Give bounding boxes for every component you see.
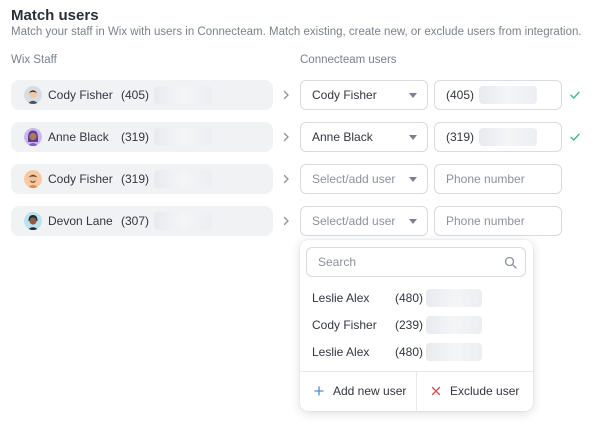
- staff-phone-code: (405): [121, 88, 150, 102]
- exclude-user-button[interactable]: Exclude user: [431, 383, 519, 399]
- redacted-phone: [426, 316, 483, 334]
- redacted-phone: [479, 128, 538, 146]
- phone-placeholder: Phone number: [446, 214, 525, 228]
- redacted-phone: [426, 289, 483, 307]
- page-title: Match users: [11, 7, 99, 24]
- wix-staff-column-label: Wix Staff: [11, 54, 57, 66]
- redacted-phone: [154, 128, 212, 146]
- avatar-icon: [24, 212, 42, 230]
- connecteam-user-select[interactable]: Select/add user: [300, 164, 428, 194]
- phone-number-field[interactable]: (405): [434, 80, 562, 110]
- dropdown-vertical-divider: [416, 371, 417, 411]
- option-name: Leslie Alex: [312, 345, 370, 359]
- phone-code: (405): [446, 88, 475, 102]
- staff-name: Anne Black: [48, 130, 109, 144]
- staff-name: Cody Fisher: [48, 88, 113, 102]
- check-icon: [570, 91, 580, 99]
- check-icon: [570, 133, 580, 141]
- exclude-user-label: Exclude user: [450, 384, 520, 398]
- staff-phone-code: (319): [121, 172, 150, 186]
- option-phone-code: (480): [395, 345, 424, 359]
- chevron-right-icon: [283, 174, 289, 184]
- add-new-user-label: Add new user: [333, 384, 407, 398]
- chevron-right-icon: [283, 90, 289, 100]
- staff-name: Cody Fisher: [48, 172, 113, 186]
- wix-staff-row: Cody Fisher (319): [11, 164, 273, 194]
- search-placeholder: Search: [318, 255, 357, 269]
- avatar-icon: [24, 170, 42, 188]
- caret-down-icon: [409, 219, 417, 224]
- wix-staff-row: Cody Fisher (405): [11, 80, 273, 110]
- phone-placeholder: Phone number: [446, 172, 525, 186]
- dropdown-option[interactable]: Leslie Alex (480): [312, 343, 483, 361]
- redacted-phone: [154, 170, 212, 188]
- caret-down-icon: [409, 177, 417, 182]
- chevron-right-icon: [283, 132, 289, 142]
- select-placeholder: Select/add user: [312, 172, 396, 186]
- dropdown-search-input[interactable]: Search: [306, 247, 526, 277]
- redacted-phone: [154, 86, 212, 104]
- plus-icon: [314, 386, 324, 396]
- phone-number-field[interactable]: (319): [434, 122, 562, 152]
- connecteam-user-select[interactable]: Cody Fisher: [300, 80, 428, 110]
- page-subtitle: Match your staff in Wix with users in Co…: [11, 26, 582, 38]
- redacted-phone: [154, 212, 212, 230]
- phone-number-field[interactable]: Phone number: [434, 206, 562, 236]
- connecteam-user-select[interactable]: Select/add user: [300, 206, 428, 236]
- redacted-phone: [479, 86, 538, 104]
- option-phone-code: (239): [395, 318, 424, 332]
- wix-staff-row: Anne Black (319): [11, 122, 273, 152]
- avatar-icon: [24, 86, 42, 104]
- caret-down-icon: [409, 135, 417, 140]
- search-icon: [504, 256, 517, 269]
- option-name: Leslie Alex: [312, 291, 370, 305]
- staff-name: Devon Lane: [48, 214, 113, 228]
- option-phone-code: (480): [395, 291, 424, 305]
- wix-staff-row: Devon Lane (307): [11, 206, 273, 236]
- option-name: Cody Fisher: [312, 318, 377, 332]
- chevron-right-icon: [283, 216, 289, 226]
- user-dropdown-menu: Search Leslie Alex (480) Cody Fisher (23…: [300, 240, 533, 411]
- select-value: Anne Black: [312, 130, 373, 144]
- staff-phone-code: (307): [121, 214, 150, 228]
- select-placeholder: Select/add user: [312, 214, 396, 228]
- redacted-phone: [426, 343, 483, 361]
- staff-phone-code: (319): [121, 130, 150, 144]
- select-value: Cody Fisher: [312, 88, 377, 102]
- phone-number-field[interactable]: Phone number: [434, 164, 562, 194]
- connecteam-users-column-label: Connecteam users: [300, 54, 397, 66]
- caret-down-icon: [409, 93, 417, 98]
- phone-code: (319): [446, 130, 475, 144]
- add-new-user-button[interactable]: Add new user: [314, 383, 406, 399]
- avatar-icon: [24, 128, 42, 146]
- close-icon: [431, 386, 441, 396]
- connecteam-user-select[interactable]: Anne Black: [300, 122, 428, 152]
- dropdown-option[interactable]: Cody Fisher (239): [312, 316, 483, 334]
- dropdown-option[interactable]: Leslie Alex (480): [312, 289, 483, 307]
